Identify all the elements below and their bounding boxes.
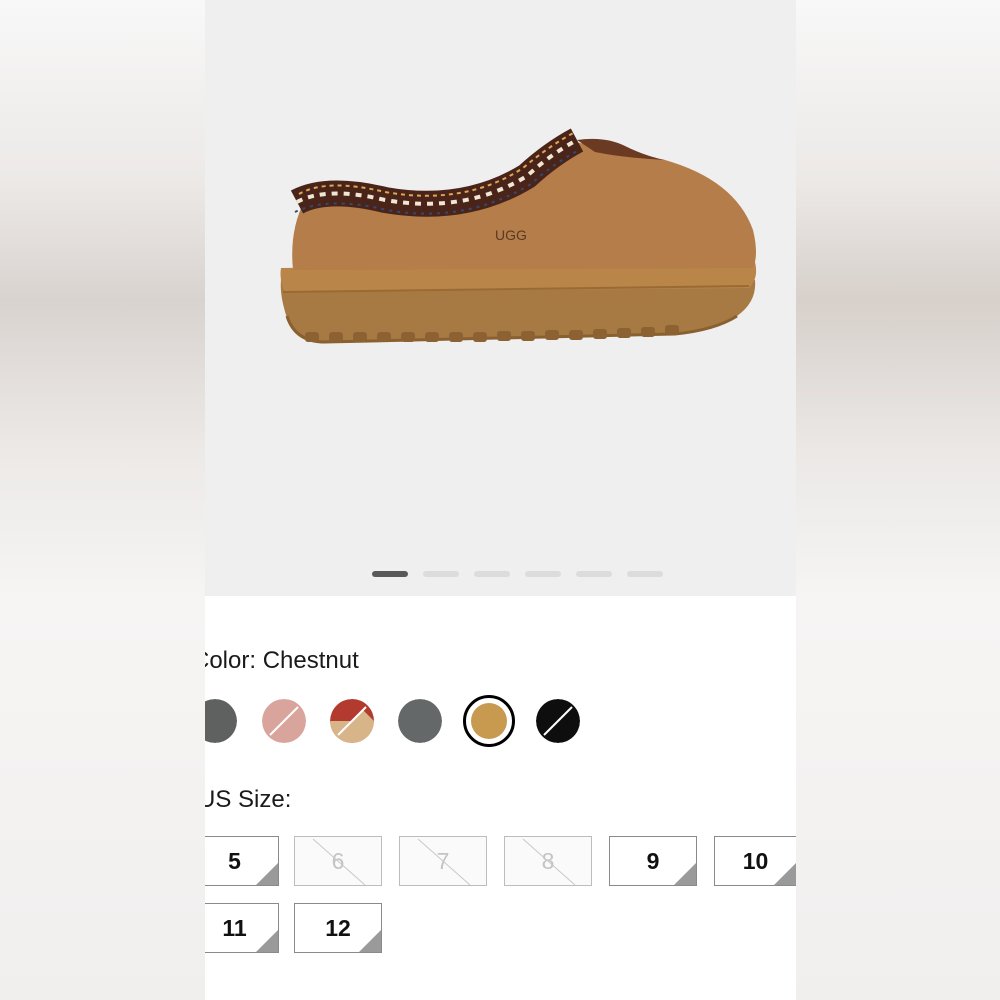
- size-option-6[interactable]: 6: [294, 836, 382, 886]
- product-page: UGG Color: Chestnut US Size: 5 9 10 11 1…: [205, 0, 796, 1000]
- size-option-label: 9: [646, 847, 660, 874]
- size-corner-mark: [359, 930, 381, 952]
- carousel-dot[interactable]: [474, 571, 510, 577]
- carousel-dot[interactable]: [372, 571, 408, 577]
- size-corner-mark: [256, 863, 278, 885]
- carousel-dot[interactable]: [525, 571, 561, 577]
- size-label: US Size:: [205, 786, 292, 813]
- size-option-12[interactable]: 12: [294, 903, 382, 953]
- product-image: UGG: [280, 128, 757, 344]
- color-swatch-red-tan[interactable]: [330, 699, 374, 743]
- carousel-dot[interactable]: [627, 571, 663, 577]
- size-option-5[interactable]: 5: [205, 836, 279, 886]
- carousel-dot[interactable]: [576, 571, 612, 577]
- size-corner-mark: [256, 930, 278, 952]
- color-swatch-charcoal[interactable]: [398, 699, 442, 743]
- color-swatch-pink[interactable]: [262, 699, 306, 743]
- background-blur-left: [0, 0, 205, 1000]
- size-option-label: 12: [325, 914, 351, 941]
- size-option-9[interactable]: 9: [609, 836, 697, 886]
- selected-color-fill: [471, 703, 507, 739]
- color-swatch-grey-dark[interactable]: [205, 699, 237, 743]
- size-option-8[interactable]: 8: [504, 836, 592, 886]
- size-corner-mark: [674, 863, 696, 885]
- size-option-10[interactable]: 10: [714, 836, 796, 886]
- carousel-indicator: [372, 571, 663, 577]
- size-option-label: 5: [228, 847, 241, 874]
- background-blur-right: [795, 0, 1000, 1000]
- size-option-7[interactable]: 7: [399, 836, 487, 886]
- ugg-logo-icon: UGG: [495, 227, 527, 243]
- color-label: Color: Chestnut: [205, 647, 359, 674]
- color-swatch-chestnut-selected[interactable]: [463, 695, 515, 747]
- size-option-11[interactable]: 11: [205, 903, 279, 953]
- unavailable-slash-icon: [522, 838, 576, 885]
- unavailable-slash-icon: [417, 838, 471, 885]
- size-corner-mark: [774, 863, 796, 885]
- size-option-label: 10: [742, 847, 769, 874]
- color-swatch-black[interactable]: [536, 699, 580, 743]
- product-image-carousel[interactable]: UGG: [205, 0, 796, 596]
- carousel-dot[interactable]: [423, 571, 459, 577]
- unavailable-slash-icon: [312, 838, 366, 885]
- size-option-label: 11: [222, 914, 247, 941]
